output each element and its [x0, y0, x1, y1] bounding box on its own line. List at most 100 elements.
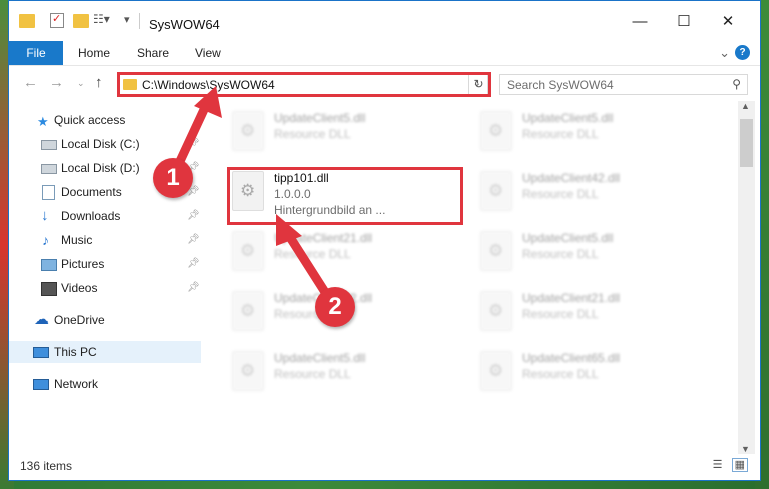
onedrive-icon: ☁ — [34, 311, 49, 328]
network-icon — [33, 379, 49, 390]
sidebar-item-label: Quick access — [54, 113, 126, 127]
file-name: UpdateClient42.dll — [522, 171, 621, 185]
up-arrow-icon[interactable]: ↑ — [95, 74, 103, 91]
new-folder-icon[interactable] — [73, 14, 89, 28]
sidebar-item-this-pc[interactable]: This PC — [9, 341, 201, 363]
navigation-pane: ★ Quick access Local Disk (C:) 📌︎ Local … — [9, 101, 201, 451]
file-name: UpdateClient65.dll — [522, 351, 621, 365]
pin-icon[interactable]: 📌︎ — [187, 277, 200, 299]
step-1-badge: 1 — [153, 158, 193, 198]
sidebar-item-label: Videos — [61, 281, 98, 295]
title-bar: ✓ ☷▾ ▾ SysWOW64 — ☐ ✕ — [9, 1, 760, 41]
dll-file-icon — [232, 111, 264, 151]
search-icon[interactable]: ⚲ — [732, 77, 741, 91]
minimize-button[interactable]: — — [618, 1, 662, 41]
pin-icon[interactable]: 📌︎ — [187, 229, 200, 251]
drive-icon — [41, 140, 57, 150]
tab-file[interactable]: File — [9, 41, 63, 65]
item-count: 136 items — [20, 459, 73, 473]
file-type: Resource DLL — [522, 247, 599, 261]
documents-icon — [42, 185, 55, 200]
sidebar-item-network[interactable]: Network — [9, 373, 201, 395]
tab-share[interactable]: Share — [137, 41, 169, 65]
search-input[interactable]: Search SysWOW64 ⚲ — [499, 74, 748, 95]
file-tile[interactable]: UpdateClient5.dll Resource DLL — [222, 345, 462, 395]
details-view-icon[interactable]: ☰ — [713, 459, 723, 471]
pictures-icon — [41, 259, 57, 271]
search-placeholder: Search SysWOW64 — [507, 78, 614, 92]
pin-icon[interactable]: 📌︎ — [187, 253, 200, 275]
sidebar-item-pictures[interactable]: Pictures 📌︎ — [9, 253, 201, 275]
sidebar-item-local-disk-c[interactable]: Local Disk (C:) 📌︎ — [9, 133, 201, 155]
navigation-bar: ← → ⌄ ↑ C:\Windows\SysWOW64 ⌄ ↻ Search S… — [9, 66, 760, 101]
step-2-badge: 2 — [315, 287, 355, 327]
sidebar-item-videos[interactable]: Videos 📌︎ — [9, 277, 201, 299]
file-tile[interactable]: UpdateClient65.dll Resource DLL — [470, 345, 710, 395]
sidebar-item-label: Documents — [61, 185, 122, 199]
file-tile[interactable]: UpdateClient42.dll Resource DLL — [470, 165, 710, 215]
expand-ribbon-icon[interactable]: ⌄ — [719, 45, 730, 61]
forward-arrow-icon[interactable]: → — [49, 74, 64, 91]
sidebar-item-downloads[interactable]: ↓ Downloads 📌︎ — [9, 205, 201, 227]
file-name: UpdateClient5.dll — [522, 231, 614, 245]
music-icon: ♪ — [42, 232, 49, 248]
videos-icon — [41, 282, 57, 296]
dll-file-icon — [480, 171, 512, 211]
file-type: Resource DLL — [274, 127, 351, 141]
properties-icon[interactable]: ✓ — [50, 13, 64, 28]
folder-icon — [19, 14, 35, 28]
dll-file-icon — [232, 231, 264, 271]
back-arrow-icon[interactable]: ← — [23, 74, 38, 91]
quick-access-dropdown-icon[interactable]: ▾ — [124, 13, 140, 27]
sidebar-item-label: Pictures — [61, 257, 105, 271]
address-highlight-box — [117, 72, 491, 97]
file-name: UpdateClient5.dll — [274, 111, 366, 125]
sidebar-item-label: Local Disk (D:) — [61, 161, 140, 175]
window-title: SysWOW64 — [149, 17, 220, 32]
dll-file-icon — [232, 291, 264, 331]
file-name: UpdateClient5.dll — [522, 111, 614, 125]
explorer-window: ✓ ☷▾ ▾ SysWOW64 — ☐ ✕ File Home Share Vi… — [8, 0, 761, 481]
vertical-scrollbar[interactable]: ▲ ▼ — [738, 101, 755, 454]
sidebar-item-label: Network — [54, 377, 99, 391]
maximize-button[interactable]: ☐ — [662, 1, 706, 41]
pin-icon[interactable]: 📌︎ — [187, 133, 200, 155]
sidebar-item-label: Local Disk (C:) — [61, 137, 140, 151]
tiles-view-icon[interactable]: ▦ — [731, 458, 748, 472]
file-name: UpdateClient5.dll — [274, 351, 366, 365]
status-bar: 136 items ☰ ▦ — [9, 454, 760, 480]
tab-home[interactable]: Home — [78, 41, 110, 65]
file-highlight-box — [227, 167, 463, 225]
dll-file-icon — [232, 351, 264, 391]
sidebar-item-music[interactable]: ♪ Music 📌︎ — [9, 229, 201, 251]
this-pc-icon — [33, 347, 49, 358]
customize-quick-access-icon[interactable]: ☷▾ — [93, 12, 110, 26]
file-type: Resource DLL — [522, 307, 599, 321]
drive-icon — [41, 164, 57, 174]
file-type: Resource DLL — [274, 367, 351, 381]
file-tile[interactable]: UpdateClient5.dll Resource DLL — [470, 225, 710, 275]
file-tile[interactable]: UpdateClient5.dll Resource DLL — [222, 105, 462, 155]
star-icon: ★ — [37, 114, 49, 129]
file-tile[interactable]: UpdateClient21.dll Resource DLL — [222, 225, 462, 275]
sidebar-item-label: Downloads — [61, 209, 121, 223]
file-type: Resource DLL — [274, 247, 351, 261]
close-button[interactable]: ✕ — [706, 1, 750, 41]
file-tile[interactable]: UpdateClient21.dll Resource DLL — [470, 285, 710, 335]
scroll-up-icon[interactable]: ▲ — [741, 101, 750, 111]
pin-icon[interactable]: 📌︎ — [187, 205, 200, 227]
recent-locations-icon[interactable]: ⌄ — [77, 78, 85, 89]
file-name: UpdateClient21.dll — [274, 231, 373, 245]
dll-file-icon — [480, 111, 512, 151]
sidebar-item-label: OneDrive — [54, 313, 105, 327]
sidebar-item-quick-access[interactable]: ★ Quick access — [9, 109, 201, 131]
dll-file-icon — [480, 291, 512, 331]
file-name: UpdateClient21.dll — [522, 291, 621, 305]
help-icon[interactable]: ? — [735, 45, 750, 60]
tab-view[interactable]: View — [195, 41, 221, 65]
scroll-down-icon[interactable]: ▼ — [741, 444, 750, 454]
scroll-thumb[interactable] — [740, 119, 753, 167]
downloads-icon: ↓ — [41, 207, 49, 224]
sidebar-item-onedrive[interactable]: ☁ OneDrive — [9, 309, 201, 331]
file-tile[interactable]: UpdateClient5.dll Resource DLL — [470, 105, 710, 155]
